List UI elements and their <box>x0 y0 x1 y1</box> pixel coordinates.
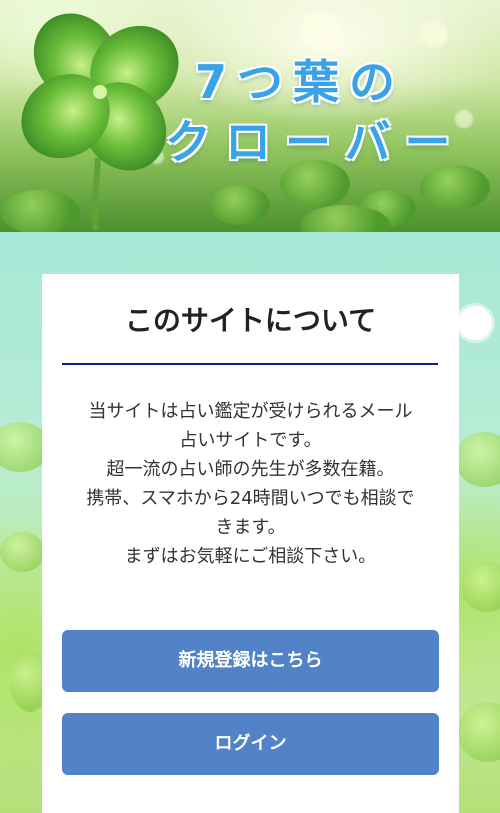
about-card: このサイトについて 当サイトは占い鑑定が受けられるメール 占いサイトです。 超一… <box>42 274 459 813</box>
about-description: 当サイトは占い鑑定が受けられるメール 占いサイトです。 超一流の占い師の先生が多… <box>58 397 443 571</box>
header-banner: 7つ葉の クローバー <box>0 0 500 232</box>
description-line: きます。 <box>215 517 286 538</box>
site-title-line1: 7つ葉の <box>195 55 406 109</box>
heading-divider <box>62 363 438 365</box>
background-clover <box>458 702 500 762</box>
login-button[interactable]: ログイン <box>62 713 439 775</box>
background-clover <box>210 185 270 225</box>
site-title-line2: クローバー <box>165 115 465 169</box>
description-line: 当サイトは占い鑑定が受けられるメール <box>88 401 413 422</box>
site-title: 7つ葉の クローバー <box>165 52 465 172</box>
background-clover <box>455 432 500 487</box>
about-heading: このサイトについて <box>124 304 377 337</box>
background-flower <box>458 306 492 340</box>
background-clover <box>462 562 500 612</box>
bokeh-light <box>420 20 448 48</box>
description-line: 超一流の占い師の先生が多数在籍。 <box>106 459 395 480</box>
description-line: 占いサイトです。 <box>179 430 322 451</box>
description-line: まずはお気軽にご相談下さい。 <box>124 546 377 567</box>
background-clover <box>0 532 45 572</box>
bokeh-light <box>300 10 340 50</box>
description-line: 携帯、スマホから24時間いつでも相談で <box>86 488 415 509</box>
register-button[interactable]: 新規登録はこちら <box>62 630 439 692</box>
